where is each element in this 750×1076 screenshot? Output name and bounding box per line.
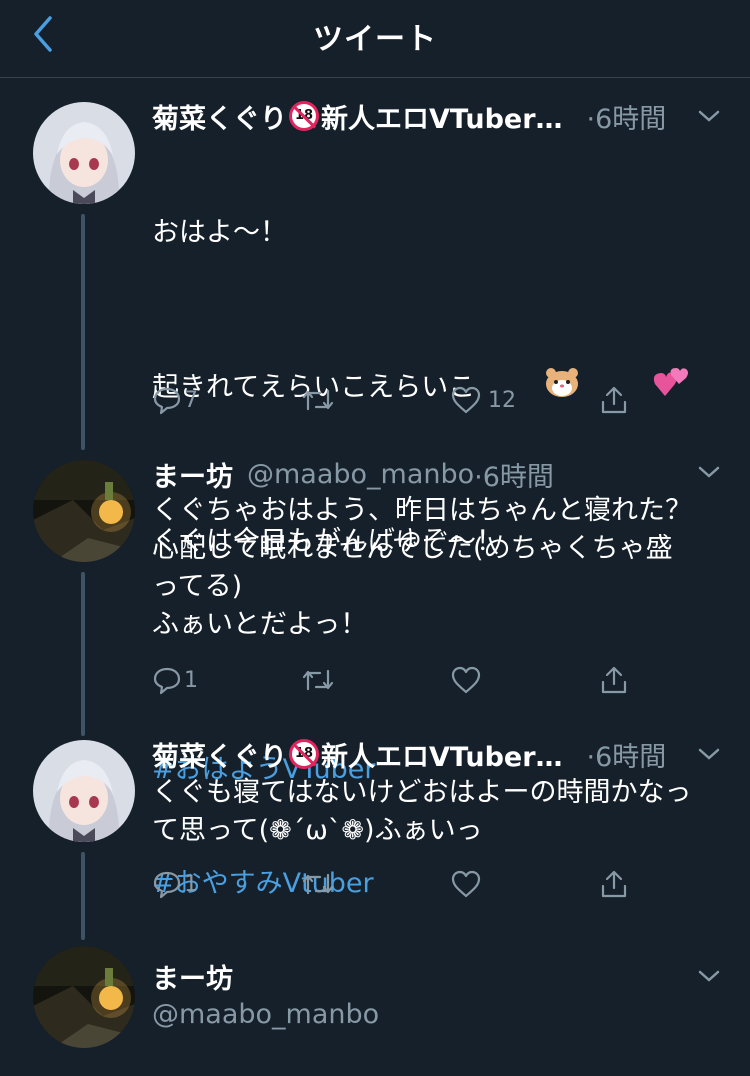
handle-row: @maabo_manbo xyxy=(152,994,730,1034)
top-bar: ツイート xyxy=(0,0,750,78)
text-line: おはよ〜！ xyxy=(152,217,287,248)
retweet-button[interactable] xyxy=(300,864,336,904)
display-name[interactable]: 菊菜くぐり xyxy=(152,97,287,136)
tweet-actions: 7 12 xyxy=(152,380,652,420)
tweet[interactable]: まー坊 @maabo_manbo ·6時間 くぐちゃおはよう、昨日はちゃんと寝れ… xyxy=(0,448,750,736)
thread-line xyxy=(81,214,85,450)
handle[interactable]: @maabo_manbo xyxy=(152,999,379,1030)
display-name[interactable]: まー坊 xyxy=(152,957,233,996)
like-button[interactable] xyxy=(450,660,482,700)
share-icon xyxy=(601,870,627,898)
like-button[interactable]: 12 xyxy=(450,380,516,420)
retweet-icon xyxy=(302,389,334,411)
reply-count: 1 xyxy=(184,871,198,897)
display-name-suffix[interactable]: 新人エロVTuber… xyxy=(321,97,563,136)
like-count: 12 xyxy=(488,387,516,413)
more-options-button[interactable] xyxy=(694,734,724,774)
reply-count: 1 xyxy=(184,667,198,693)
chevron-down-icon xyxy=(698,110,720,122)
reply-icon xyxy=(153,667,181,695)
timestamp[interactable]: ·6時間 xyxy=(587,735,667,774)
avatar[interactable] xyxy=(33,946,135,1048)
reply-button[interactable]: 7 xyxy=(152,380,198,420)
reply-icon xyxy=(153,871,181,899)
avatar[interactable] xyxy=(33,102,135,204)
like-button[interactable] xyxy=(450,864,482,904)
reply-count: 7 xyxy=(184,387,198,413)
chevron-down-icon xyxy=(698,970,720,982)
share-icon xyxy=(601,666,627,694)
tweet-header: 菊菜くぐり 18 新人エロVTuber… ·6時間 xyxy=(152,734,730,774)
chevron-down-icon xyxy=(698,748,720,760)
tweet-header: 菊菜くぐり 18 新人エロVTuber… ·6時間 xyxy=(152,96,730,136)
timestamp[interactable]: ·6時間 xyxy=(587,97,667,136)
tweet[interactable]: まー坊 @maabo_manbo xyxy=(0,938,750,1076)
display-name[interactable]: 菊菜くぐり xyxy=(152,735,287,774)
retweet-icon xyxy=(302,873,334,895)
thread-line xyxy=(81,572,85,736)
tweet-text: くぐちゃおはよう、昨日はちゃんと寝れた？ 心配して眠れませんでした(めちゃくちゃ… xyxy=(152,495,692,640)
retweet-icon xyxy=(302,669,334,691)
reply-button[interactable]: 1 xyxy=(152,864,198,904)
share-button[interactable] xyxy=(598,864,630,904)
tweet-actions: 1 xyxy=(152,864,652,904)
tweet[interactable]: 菊菜くぐり 18 新人エロVTuber… ·6時間 くぐも寝てはないけどおはよー… xyxy=(0,734,750,940)
more-options-button[interactable] xyxy=(694,452,724,492)
page-title: ツイート xyxy=(313,22,437,57)
tweet-header: まー坊 xyxy=(152,956,730,996)
heart-icon xyxy=(451,386,481,414)
heart-icon xyxy=(451,666,481,694)
timestamp[interactable]: ·6時間 xyxy=(474,455,554,494)
retweet-button[interactable] xyxy=(300,380,336,420)
share-button[interactable] xyxy=(598,660,630,700)
avatar[interactable] xyxy=(33,740,135,842)
tweet-actions: 1 xyxy=(152,660,652,700)
tweet-header: まー坊 @maabo_manbo ·6時間 xyxy=(152,454,730,494)
reply-icon xyxy=(153,387,181,415)
heart-icon xyxy=(451,870,481,898)
chevron-down-icon xyxy=(698,466,720,478)
more-options-button[interactable] xyxy=(694,956,724,996)
display-name[interactable]: まー坊 xyxy=(152,455,233,494)
thread-line xyxy=(81,852,85,940)
avatar[interactable] xyxy=(33,460,135,562)
share-icon xyxy=(601,386,627,414)
more-options-button[interactable] xyxy=(694,96,724,136)
tweet-text: くぐも寝てはないけどおはよーの時間かなっ て思って(❁´ω`❁)ふぁいっ xyxy=(152,777,692,846)
share-button[interactable] xyxy=(598,380,630,420)
no-18-icon: 18 xyxy=(289,739,319,769)
no-18-icon: 18 xyxy=(289,101,319,131)
tweet[interactable]: 菊菜くぐり 18 新人エロVTuber… ·6時間 おはよ〜！ 起きれてえらいこ… xyxy=(0,78,750,899)
reply-button[interactable]: 1 xyxy=(152,660,198,700)
handle[interactable]: @maabo_manbo xyxy=(247,459,474,490)
display-name-suffix[interactable]: 新人エロVTuber… xyxy=(321,735,563,774)
retweet-button[interactable] xyxy=(300,660,336,700)
